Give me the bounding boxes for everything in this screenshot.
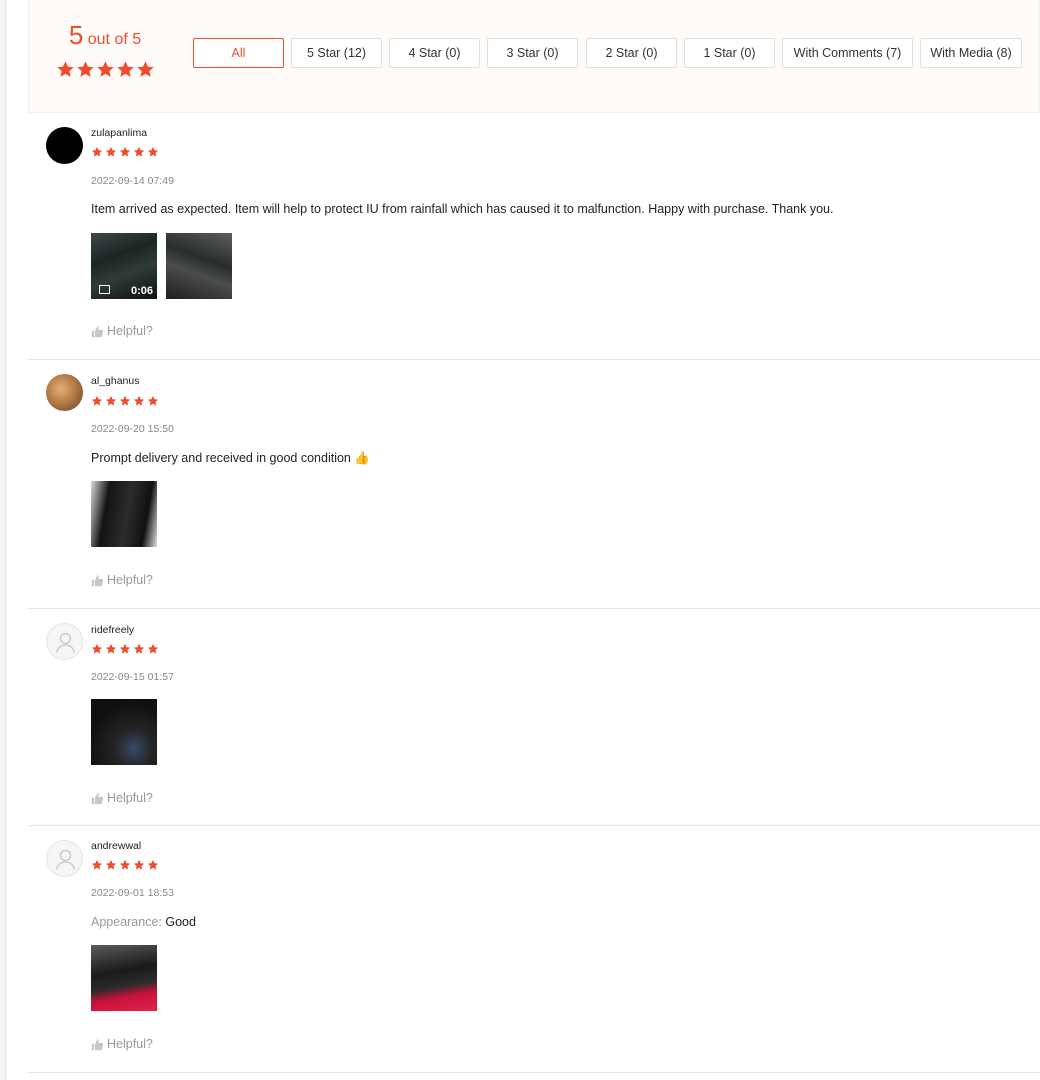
review-stars bbox=[91, 859, 159, 871]
filter-5-star-button[interactable]: 5 Star (12) bbox=[291, 38, 382, 68]
review-video-thumbnail[interactable]: 0:06 bbox=[91, 233, 157, 299]
star-icon bbox=[91, 395, 103, 406]
star-icon bbox=[117, 61, 134, 77]
thumbs-up-icon bbox=[91, 1038, 104, 1050]
star-icon bbox=[147, 643, 159, 654]
star-icon bbox=[147, 395, 159, 406]
star-icon bbox=[91, 859, 103, 870]
review-attribute: Appearance: Good bbox=[91, 915, 196, 929]
default-user-icon bbox=[55, 849, 76, 870]
review-image-thumbnail[interactable] bbox=[91, 481, 157, 547]
review-image-thumbnail[interactable] bbox=[91, 699, 157, 765]
star-icon bbox=[119, 395, 131, 406]
star-icon bbox=[91, 643, 103, 654]
star-icon bbox=[147, 146, 159, 157]
filter-1-star-button[interactable]: 1 Star (0) bbox=[684, 38, 775, 68]
rating-overview: 5 out of 5 All 5 Star (12) 4 Star (0) 3 … bbox=[28, 0, 1040, 113]
helpful-button[interactable]: Helpful? bbox=[91, 324, 153, 338]
star-icon bbox=[119, 859, 131, 870]
helpful-button[interactable]: Helpful? bbox=[91, 573, 153, 587]
review-item: al_ghanus 2022-09-20 15:50 Prompt delive… bbox=[28, 360, 1040, 609]
thumbs-up-icon bbox=[91, 325, 104, 337]
attribute-label: Appearance: bbox=[91, 915, 162, 929]
review-stars bbox=[91, 643, 159, 655]
avatar[interactable] bbox=[46, 623, 83, 660]
avatar[interactable] bbox=[46, 127, 83, 164]
overall-rating: 5 out of 5 bbox=[57, 20, 153, 51]
star-icon bbox=[119, 643, 131, 654]
review-image-thumbnail[interactable] bbox=[166, 233, 232, 299]
star-icon bbox=[105, 395, 117, 406]
avatar[interactable] bbox=[46, 374, 83, 411]
star-icon bbox=[105, 643, 117, 654]
review-date: 2022-09-01 18:53 bbox=[91, 887, 174, 899]
star-icon bbox=[133, 643, 145, 654]
rating-value: 5 bbox=[68, 20, 84, 50]
avatar[interactable] bbox=[46, 840, 83, 877]
star-icon bbox=[57, 61, 74, 77]
helpful-label: Helpful? bbox=[107, 573, 153, 587]
star-icon bbox=[77, 61, 94, 77]
review-comment: Item arrived as expected. Item will help… bbox=[91, 202, 834, 216]
reviewer-name[interactable]: andrewwal bbox=[91, 840, 141, 852]
video-duration: 0:06 bbox=[130, 285, 153, 297]
rating-suffix: out of 5 bbox=[83, 31, 142, 48]
star-icon bbox=[105, 859, 117, 870]
default-user-icon bbox=[55, 632, 76, 653]
filter-2-star-button[interactable]: 2 Star (0) bbox=[586, 38, 677, 68]
reviewer-name[interactable]: al_ghanus bbox=[91, 375, 139, 387]
thumbs-up-icon bbox=[91, 574, 104, 586]
review-image-thumbnail[interactable] bbox=[91, 945, 157, 1011]
star-icon bbox=[105, 146, 117, 157]
star-icon bbox=[133, 395, 145, 406]
left-border bbox=[0, 0, 6, 1080]
star-icon bbox=[147, 859, 159, 870]
star-icon bbox=[133, 859, 145, 870]
filter-with-media-button[interactable]: With Media (8) bbox=[920, 38, 1022, 68]
helpful-label: Helpful? bbox=[107, 324, 153, 338]
review-item: andrewwal 2022-09-01 18:53 Appearance: G… bbox=[28, 826, 1040, 1073]
helpful-button[interactable]: Helpful? bbox=[91, 791, 153, 805]
review-item: ridefreely 2022-09-15 01:57 Helpful? bbox=[28, 609, 1040, 826]
review-date: 2022-09-20 15:50 bbox=[91, 423, 174, 435]
filter-with-comments-button[interactable]: With Comments (7) bbox=[782, 38, 913, 68]
review-item: zulapanlima 2022-09-14 07:49 Item arrive… bbox=[28, 113, 1040, 360]
helpful-label: Helpful? bbox=[107, 1037, 153, 1051]
reviewer-name[interactable]: ridefreely bbox=[91, 624, 134, 636]
helpful-button[interactable]: Helpful? bbox=[91, 1037, 153, 1051]
thumbs-up-icon bbox=[91, 792, 104, 804]
attribute-value: Good bbox=[165, 915, 196, 929]
filter-3-star-button[interactable]: 3 Star (0) bbox=[487, 38, 578, 68]
review-date: 2022-09-15 01:57 bbox=[91, 671, 174, 683]
video-camera-icon bbox=[99, 285, 110, 294]
filter-all-button[interactable]: All bbox=[193, 38, 284, 68]
reviewer-name[interactable]: zulapanlima bbox=[91, 127, 147, 139]
review-date: 2022-09-14 07:49 bbox=[91, 175, 174, 187]
star-icon bbox=[119, 146, 131, 157]
review-stars bbox=[91, 395, 159, 407]
star-icon bbox=[137, 61, 154, 77]
star-icon bbox=[97, 61, 114, 77]
star-icon bbox=[133, 146, 145, 157]
helpful-label: Helpful? bbox=[107, 791, 153, 805]
comment-text: Prompt delivery and received in good con… bbox=[91, 451, 351, 465]
review-comment: Prompt delivery and received in good con… bbox=[91, 451, 370, 466]
star-icon bbox=[91, 146, 103, 157]
overall-stars bbox=[56, 60, 155, 79]
filter-4-star-button[interactable]: 4 Star (0) bbox=[389, 38, 480, 68]
review-stars bbox=[91, 146, 159, 158]
thumbs-up-emoji: 👍 bbox=[354, 451, 370, 465]
